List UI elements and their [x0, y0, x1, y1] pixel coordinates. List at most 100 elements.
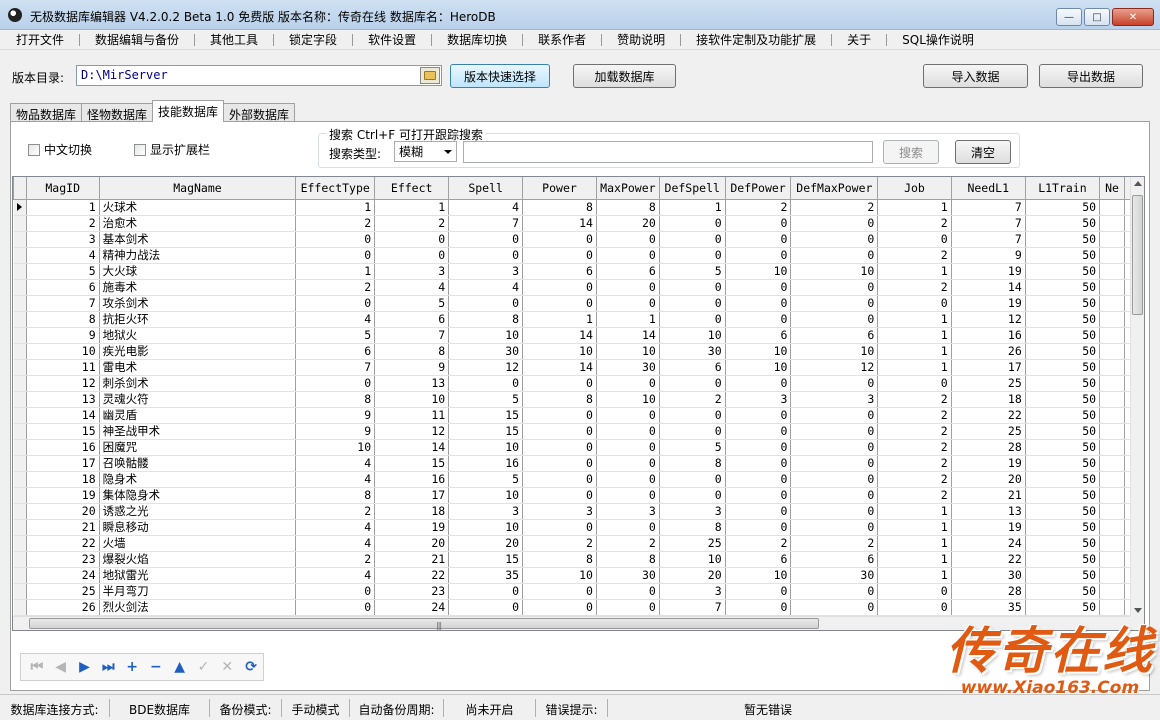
- table-cell[interactable]: 6: [295, 343, 376, 360]
- table-cell[interactable]: 25: [659, 535, 726, 552]
- vertical-scrollbar[interactable]: [1130, 177, 1144, 617]
- edit-record-icon[interactable]: ▲: [168, 656, 192, 678]
- table-cell[interactable]: 3: [448, 503, 524, 520]
- table-cell[interactable]: 0: [448, 375, 524, 392]
- table-cell[interactable]: [1099, 247, 1125, 264]
- scroll-up-icon[interactable]: [1134, 181, 1142, 186]
- table-cell[interactable]: 7: [26, 295, 100, 312]
- table-cell[interactable]: 1: [877, 551, 952, 568]
- table-cell[interactable]: 0: [790, 423, 879, 440]
- search-button[interactable]: 搜索: [883, 140, 939, 164]
- table-cell[interactable]: 50: [1025, 551, 1101, 568]
- table-cell[interactable]: 10: [725, 567, 792, 584]
- row-indicator[interactable]: [13, 359, 27, 376]
- table-cell[interactable]: 18: [951, 391, 1026, 408]
- table-cell[interactable]: 4: [295, 471, 376, 488]
- table-cell[interactable]: 0: [596, 375, 660, 392]
- table-cell[interactable]: 6: [725, 551, 792, 568]
- table-cell[interactable]: 7: [295, 359, 376, 376]
- table-cell[interactable]: 6: [522, 263, 597, 280]
- table-cell[interactable]: 10: [659, 327, 726, 344]
- table-cell[interactable]: 19: [951, 263, 1026, 280]
- table-cell[interactable]: 18: [26, 471, 100, 488]
- table-cell[interactable]: 0: [522, 471, 597, 488]
- row-indicator[interactable]: [13, 439, 27, 456]
- table-cell[interactable]: 雷电术: [99, 359, 297, 376]
- table-cell[interactable]: 14: [596, 327, 660, 344]
- row-indicator[interactable]: [13, 567, 27, 584]
- table-cell[interactable]: 0: [725, 279, 792, 296]
- table-cell[interactable]: 1: [295, 199, 376, 216]
- table-cell[interactable]: 1: [877, 199, 952, 216]
- table-cell[interactable]: 22: [26, 535, 100, 552]
- table-cell[interactable]: 2: [877, 279, 952, 296]
- table-cell[interactable]: 18: [374, 503, 450, 520]
- table-cell[interactable]: 火墙: [99, 535, 297, 552]
- row-indicator[interactable]: [13, 455, 27, 472]
- table-cell[interactable]: 4: [26, 247, 100, 264]
- table-cell[interactable]: 8: [522, 551, 597, 568]
- table-cell[interactable]: 50: [1025, 455, 1101, 472]
- table-cell[interactable]: 50: [1025, 359, 1101, 376]
- table-cell[interactable]: 50: [1025, 503, 1101, 520]
- table-cell[interactable]: 50: [1025, 279, 1101, 296]
- table-cell[interactable]: 2: [374, 215, 450, 232]
- quick-select-button[interactable]: 版本快速选择: [450, 64, 550, 88]
- table-cell[interactable]: 13: [374, 375, 450, 392]
- table-cell[interactable]: 0: [596, 279, 660, 296]
- table-cell[interactable]: 烈火剑法: [99, 599, 297, 616]
- table-cell[interactable]: 10: [725, 359, 792, 376]
- table-cell[interactable]: [1099, 391, 1125, 408]
- table-cell[interactable]: 0: [522, 439, 597, 456]
- table-cell[interactable]: 6: [790, 327, 879, 344]
- table-cell[interactable]: [1099, 215, 1125, 232]
- table-cell[interactable]: [1099, 327, 1125, 344]
- insert-record-icon[interactable]: +: [120, 656, 144, 678]
- table-cell[interactable]: 3: [448, 263, 524, 280]
- table-cell[interactable]: 0: [522, 407, 597, 424]
- table-cell[interactable]: 困魔咒: [99, 439, 297, 456]
- table-cell[interactable]: 19: [951, 295, 1026, 312]
- table-cell[interactable]: 神圣战甲术: [99, 423, 297, 440]
- table-cell[interactable]: 13: [951, 503, 1026, 520]
- table-cell[interactable]: 26: [26, 599, 100, 616]
- table-row[interactable]: 17 召唤骷髅 4 15 16 0 0 8 0 0 2 19 50: [13, 455, 1132, 472]
- table-cell[interactable]: 疾光电影: [99, 343, 297, 360]
- table-cell[interactable]: 50: [1025, 519, 1101, 536]
- column-header[interactable]: Power: [522, 177, 597, 200]
- row-indicator[interactable]: [13, 551, 27, 568]
- table-cell[interactable]: 5: [448, 391, 524, 408]
- table-cell[interactable]: 8: [295, 487, 376, 504]
- table-cell[interactable]: 幽灵盾: [99, 407, 297, 424]
- table-cell[interactable]: 1: [877, 519, 952, 536]
- table-cell[interactable]: 10: [659, 551, 726, 568]
- table-cell[interactable]: 0: [877, 599, 952, 616]
- row-indicator[interactable]: [13, 391, 27, 408]
- table-cell[interactable]: [1099, 471, 1125, 488]
- tab-2[interactable]: 怪物数据库: [81, 103, 154, 122]
- search-input[interactable]: [463, 141, 873, 163]
- table-cell[interactable]: 15: [448, 551, 524, 568]
- table-cell[interactable]: [1099, 551, 1125, 568]
- clear-button[interactable]: 清空: [955, 140, 1011, 164]
- table-cell[interactable]: 0: [725, 247, 792, 264]
- table-cell[interactable]: 2: [596, 535, 660, 552]
- column-header[interactable]: L1Train: [1024, 177, 1101, 200]
- table-cell[interactable]: 35: [951, 599, 1026, 616]
- row-indicator[interactable]: [13, 279, 27, 296]
- table-cell[interactable]: 11: [26, 359, 100, 376]
- table-cell[interactable]: 2: [877, 407, 952, 424]
- table-cell[interactable]: 50: [1025, 583, 1101, 600]
- table-cell[interactable]: 0: [522, 231, 597, 248]
- table-cell[interactable]: 0: [725, 519, 792, 536]
- table-cell[interactable]: 10: [596, 391, 660, 408]
- table-cell[interactable]: 召唤骷髅: [99, 455, 297, 472]
- import-button[interactable]: 导入数据: [923, 64, 1028, 88]
- column-header[interactable]: DefMaxPower: [790, 177, 879, 200]
- table-cell[interactable]: 0: [659, 375, 726, 392]
- table-cell[interactable]: 0: [596, 439, 660, 456]
- table-cell[interactable]: 24: [951, 535, 1026, 552]
- column-header[interactable]: Spell: [448, 177, 524, 200]
- table-cell[interactable]: 集体隐身术: [99, 487, 297, 504]
- table-cell[interactable]: 9: [295, 407, 376, 424]
